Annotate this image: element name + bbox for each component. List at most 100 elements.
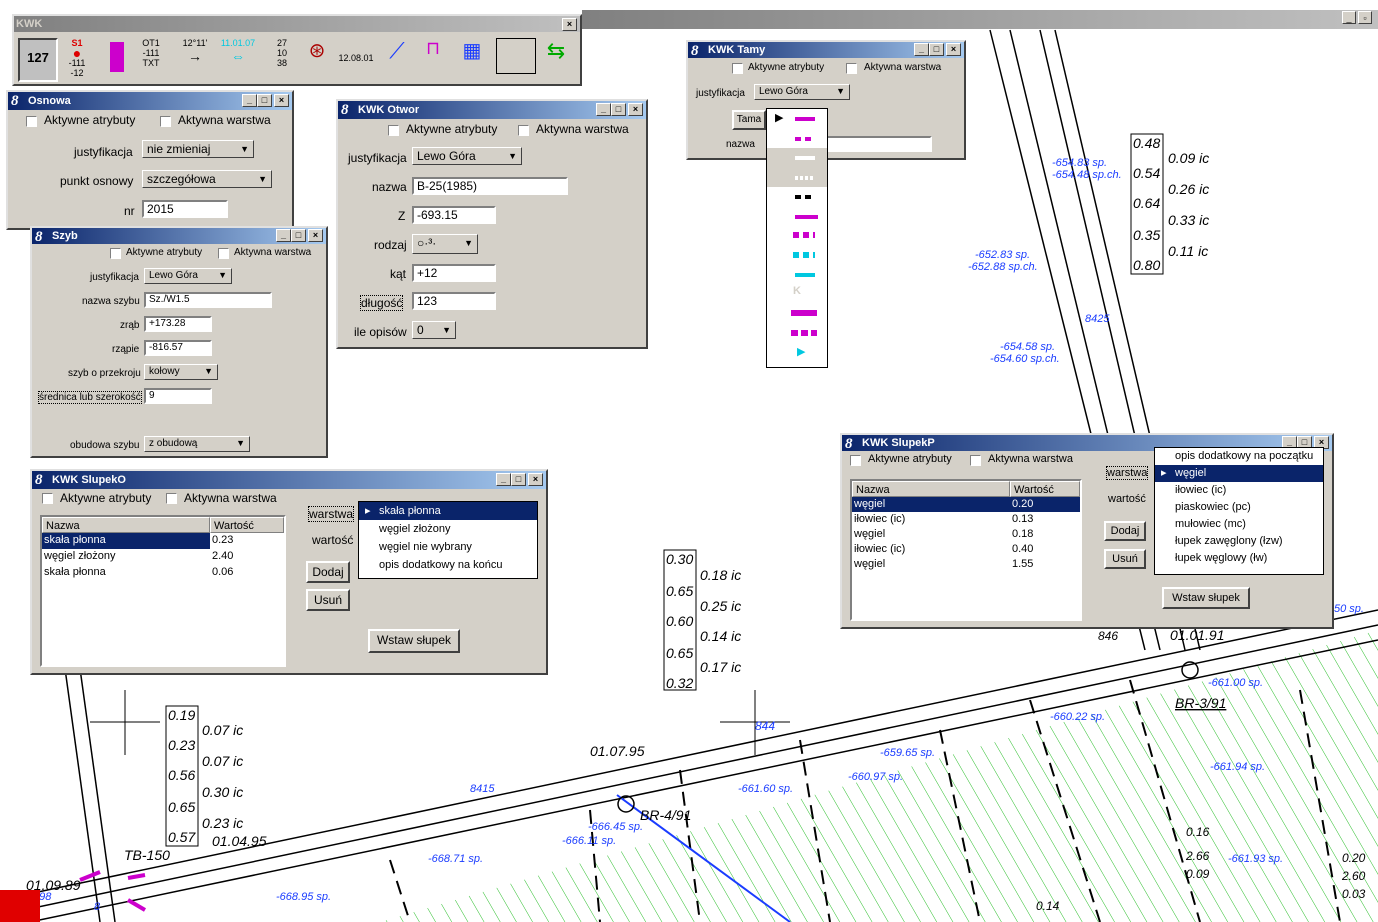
col-wartosc[interactable]: Wartość bbox=[1010, 481, 1080, 497]
minimize-button[interactable]: _ bbox=[1342, 11, 1356, 24]
tool-127[interactable]: 127 bbox=[18, 38, 58, 82]
aktywne-atrybuty-checkbox[interactable] bbox=[850, 455, 861, 466]
close-icon[interactable]: × bbox=[628, 103, 643, 116]
table-row[interactable]: skała płonna 0.23 bbox=[42, 533, 284, 549]
nazwa-input[interactable]: B-25(1985) bbox=[412, 177, 568, 195]
slupek0-table[interactable]: Nazwa Wartość skała płonna 0.23 węgiel zło… bbox=[40, 515, 286, 667]
aktywna-warstwa-checkbox[interactable] bbox=[518, 125, 529, 136]
menu-item[interactable] bbox=[767, 167, 827, 187]
table-row[interactable]: iłowiec (ic) 0.40 bbox=[852, 542, 1080, 557]
menu-item[interactable]: ▶ bbox=[767, 343, 827, 363]
ile-opisow-select[interactable]: 0 ▼ bbox=[412, 321, 456, 339]
z-input[interactable]: -693.15 bbox=[412, 206, 496, 224]
nr-input[interactable]: 2015 bbox=[142, 200, 228, 218]
tool-magenta-marker[interactable] bbox=[110, 42, 124, 72]
maximize-icon[interactable]: □ bbox=[291, 229, 306, 242]
dropdown-option[interactable]: węgiel nie wybrany bbox=[359, 538, 537, 556]
dodaj-button[interactable]: Dodaj bbox=[306, 561, 350, 583]
dropdown-option[interactable]: skała płonna bbox=[359, 502, 537, 520]
kat-input[interactable]: +12 bbox=[412, 264, 496, 282]
aktywne-atrybuty-checkbox[interactable] bbox=[388, 125, 399, 136]
aktywne-atrybuty-checkbox[interactable] bbox=[26, 116, 37, 127]
table-row[interactable]: węgiel złożony 2.40 bbox=[42, 549, 284, 565]
wstaw-slupek-button[interactable]: Wstaw słupek bbox=[368, 629, 460, 653]
menu-item[interactable] bbox=[767, 304, 827, 324]
aktywna-warstwa-checkbox[interactable] bbox=[166, 493, 177, 504]
obudowa-select[interactable]: z obudową ▼ bbox=[144, 436, 250, 452]
menu-item[interactable] bbox=[767, 324, 827, 344]
aktywne-atrybuty-checkbox[interactable] bbox=[732, 63, 743, 74]
minimize-icon[interactable]: _ bbox=[276, 229, 291, 242]
warstwa-dropdown[interactable]: opis dodatkowy na początku węgiel iłowie… bbox=[1154, 447, 1324, 575]
tool-angle[interactable]: 12°11' → bbox=[178, 38, 212, 78]
menu-item[interactable] bbox=[767, 129, 827, 149]
close-icon[interactable]: × bbox=[946, 43, 961, 56]
minimize-icon[interactable]: _ bbox=[496, 473, 511, 486]
table-row[interactable]: węgiel 1.55 bbox=[852, 557, 1080, 572]
rodzaj-select[interactable]: ○·³· ▼ bbox=[412, 234, 478, 254]
table-icon[interactable]: ▦ bbox=[454, 38, 490, 78]
flow-tool-icon[interactable]: ⇆ bbox=[540, 38, 572, 78]
menu-item-k[interactable]: K bbox=[767, 285, 827, 305]
justyfikacja-select[interactable]: Lewo Góra ▼ bbox=[754, 84, 850, 100]
dropdown-option[interactable]: węgiel złożony bbox=[359, 520, 537, 538]
usun-button[interactable]: Usuń bbox=[1104, 549, 1146, 569]
table-row[interactable]: iłowiec (ic) 0.13 bbox=[852, 512, 1080, 527]
menu-item[interactable] bbox=[767, 148, 827, 168]
srednica-input[interactable]: 9 bbox=[144, 388, 212, 404]
maximize-icon[interactable]: □ bbox=[511, 473, 526, 486]
close-icon[interactable]: × bbox=[528, 473, 543, 486]
aktywna-warstwa-checkbox[interactable] bbox=[160, 116, 171, 127]
minimize-icon[interactable]: _ bbox=[914, 43, 929, 56]
menu-item[interactable] bbox=[767, 265, 827, 285]
minimize-icon[interactable]: _ bbox=[596, 103, 611, 116]
shaft-icon[interactable]: ⊛ bbox=[306, 38, 328, 78]
dlugosc-input[interactable]: 123 bbox=[412, 292, 496, 310]
table-row[interactable]: skała płonna 0.06 bbox=[42, 565, 284, 581]
tool-date-cyan[interactable]: 11.01.07 ⇔ bbox=[218, 38, 258, 78]
warstwa-dropdown[interactable]: skała płonna węgiel złożony węgiel nie w… bbox=[358, 501, 538, 579]
dropdown-option[interactable]: łupek zawęglony (łzw) bbox=[1155, 533, 1323, 550]
aktywne-atrybuty-checkbox[interactable] bbox=[42, 493, 53, 504]
justyfikacja-select[interactable]: nie zmieniaj ▼ bbox=[142, 140, 254, 158]
menu-item[interactable]: ▶ bbox=[767, 109, 827, 129]
close-icon[interactable]: × bbox=[562, 18, 577, 31]
restore-button[interactable]: ▫ bbox=[1358, 11, 1372, 24]
col-nazwa[interactable]: Nazwa bbox=[852, 481, 1010, 497]
aktywna-warstwa-checkbox[interactable] bbox=[970, 455, 981, 466]
col-wartosc[interactable]: Wartość bbox=[210, 517, 284, 533]
table-row[interactable]: węgiel 0.20 bbox=[852, 497, 1080, 512]
col-nazwa[interactable]: Nazwa bbox=[42, 517, 210, 533]
nazwa-szybu-input[interactable]: Sz./W1.5 bbox=[144, 292, 272, 308]
aktywne-atrybuty-checkbox[interactable] bbox=[110, 248, 121, 259]
close-icon[interactable]: × bbox=[274, 94, 289, 107]
tool-numbers[interactable]: 27 10 38 bbox=[264, 38, 300, 78]
usun-button[interactable]: Usuń bbox=[306, 589, 350, 611]
rzapie-input[interactable]: -816.57 bbox=[144, 340, 212, 356]
dropdown-option[interactable]: mułowiec (mc) bbox=[1155, 516, 1323, 533]
justyfikacja-select[interactable]: Lewo Góra ▼ bbox=[412, 147, 522, 165]
tama-type-menu[interactable]: ▶ K ▶ bbox=[766, 108, 828, 368]
tama-button[interactable]: Tama bbox=[732, 110, 766, 130]
dodaj-button[interactable]: Dodaj bbox=[1104, 521, 1146, 541]
minimize-icon[interactable]: _ bbox=[242, 94, 257, 107]
dropdown-option[interactable]: piaskowiec (pc) bbox=[1155, 499, 1323, 516]
dropdown-option[interactable]: łupek węglowy (łw) bbox=[1155, 550, 1323, 567]
maximize-icon[interactable]: □ bbox=[929, 43, 944, 56]
wstaw-slupek-button[interactable]: Wstaw słupek bbox=[1162, 587, 1250, 609]
tool-date[interactable]: 12.08.01 bbox=[336, 38, 376, 78]
przekroj-select[interactable]: kołowy ▼ bbox=[144, 364, 218, 380]
slupekp-table[interactable]: Nazwa Wartość węgiel 0.20 iłowiec (ic) 0.13… bbox=[850, 479, 1082, 621]
line-tool-icon[interactable]: ⟋ bbox=[382, 38, 412, 78]
maximize-icon[interactable]: □ bbox=[611, 103, 626, 116]
maximize-icon[interactable]: □ bbox=[257, 94, 272, 107]
dropdown-option[interactable]: węgiel bbox=[1155, 465, 1323, 482]
menu-item[interactable] bbox=[767, 246, 827, 266]
tool-ot1[interactable]: OT1 -111 TXT bbox=[136, 38, 166, 78]
dam-tool-icon[interactable]: ⊓ bbox=[418, 38, 448, 78]
nazwa-input[interactable] bbox=[824, 136, 932, 152]
menu-item[interactable] bbox=[767, 207, 827, 227]
zrab-input[interactable]: +173.28 bbox=[144, 316, 212, 332]
window-tool-icon[interactable] bbox=[496, 38, 536, 74]
menu-item[interactable] bbox=[767, 187, 827, 207]
